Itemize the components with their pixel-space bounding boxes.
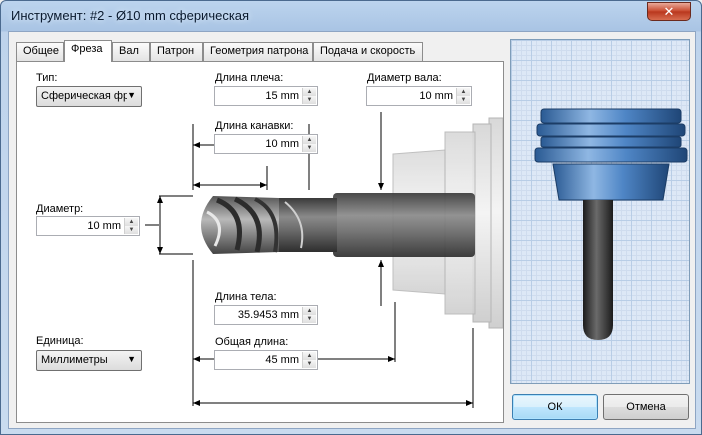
diameter-stepper: ▲ ▼ (124, 218, 138, 234)
body-length-value: 35.9453 mm (237, 309, 299, 321)
spin-up-icon[interactable]: ▲ (303, 352, 316, 360)
spin-down-icon[interactable]: ▼ (303, 96, 316, 104)
spin-up-icon[interactable]: ▲ (303, 88, 316, 96)
unit-select[interactable]: Миллиметры ▼ (36, 350, 142, 371)
type-select[interactable]: Сферическая фр ▼ (36, 86, 142, 107)
tab-shaft[interactable]: Вал (112, 42, 150, 61)
tab-cutter[interactable]: Фреза (64, 40, 112, 62)
shank-shape (333, 193, 475, 257)
shoulder-length-stepper: ▲ ▼ (302, 88, 316, 104)
tab-holder-geometry[interactable]: Геометрия патрона (203, 42, 313, 61)
spin-down-icon[interactable]: ▼ (303, 315, 316, 323)
overall-length-stepper: ▲ ▼ (302, 352, 316, 368)
flute-length-value: 10 mm (265, 138, 299, 150)
dialog-window: Инструмент: #2 - Ø10 mm сферическая ✕ Об… (0, 0, 702, 435)
title-bar[interactable]: Инструмент: #2 - Ø10 mm сферическая ✕ (1, 1, 701, 31)
tool-preview (510, 39, 690, 384)
overall-length-label: Общая длина: (215, 336, 289, 348)
dialog-client: Общее Фреза Вал Патрон Геометрия патрона… (8, 31, 696, 429)
tool-preview-render (534, 108, 688, 340)
unit-label: Единица: (36, 335, 84, 347)
shaft-diameter-input[interactable]: 10 mm ▲ ▼ (366, 86, 472, 106)
unit-select-value: Миллиметры (41, 354, 108, 366)
body-length-input[interactable]: 35.9453 mm ▲ ▼ (214, 305, 318, 325)
overall-length-input[interactable]: 45 mm ▲ ▼ (214, 350, 318, 370)
overall-length-value: 45 mm (265, 354, 299, 366)
shoulder-length-label: Длина плеча: (215, 72, 284, 84)
spin-up-icon[interactable]: ▲ (457, 88, 470, 96)
flute-length-stepper: ▲ ▼ (302, 136, 316, 152)
chevron-down-icon: ▼ (127, 354, 136, 364)
ok-button[interactable]: ОК (512, 394, 598, 420)
spin-up-icon[interactable]: ▲ (303, 136, 316, 144)
body-length-label: Длина тела: (215, 291, 277, 303)
body-length-stepper: ▲ ▼ (302, 307, 316, 323)
close-button[interactable]: ✕ (647, 2, 691, 21)
tab-general[interactable]: Общее (16, 42, 64, 61)
window-title: Инструмент: #2 - Ø10 mm сферическая (11, 8, 250, 23)
shaft-diameter-label: Диаметр вала: (367, 72, 442, 84)
flute-length-label: Длина канавки: (215, 120, 294, 132)
shoulder-length-value: 15 mm (265, 90, 299, 102)
shaft-diameter-value: 10 mm (419, 90, 453, 102)
spin-down-icon[interactable]: ▼ (303, 144, 316, 152)
type-select-value: Сферическая фр (41, 90, 127, 102)
shaft-diameter-stepper: ▲ ▼ (456, 88, 470, 104)
diameter-label: Диаметр: (36, 203, 84, 215)
chevron-down-icon: ▼ (127, 90, 136, 100)
cutter-panel: Тип: Сферическая фр ▼ Диаметр: 10 mm ▲ ▼… (16, 61, 504, 423)
spin-up-icon[interactable]: ▲ (125, 218, 138, 226)
cancel-button[interactable]: Отмена (603, 394, 689, 420)
tab-holder[interactable]: Патрон (150, 42, 203, 61)
diameter-input[interactable]: 10 mm ▲ ▼ (36, 216, 140, 236)
spin-down-icon[interactable]: ▼ (457, 96, 470, 104)
spin-up-icon[interactable]: ▲ (303, 307, 316, 315)
close-icon: ✕ (663, 4, 675, 19)
tab-feed-speed[interactable]: Подача и скорость (313, 42, 423, 61)
spin-down-icon[interactable]: ▼ (303, 360, 316, 368)
shoulder-length-input[interactable]: 15 mm ▲ ▼ (214, 86, 318, 106)
type-label: Тип: (36, 72, 58, 84)
spin-down-icon[interactable]: ▼ (125, 226, 138, 234)
flute-length-input[interactable]: 10 mm ▲ ▼ (214, 134, 318, 154)
diameter-value: 10 mm (87, 220, 121, 232)
